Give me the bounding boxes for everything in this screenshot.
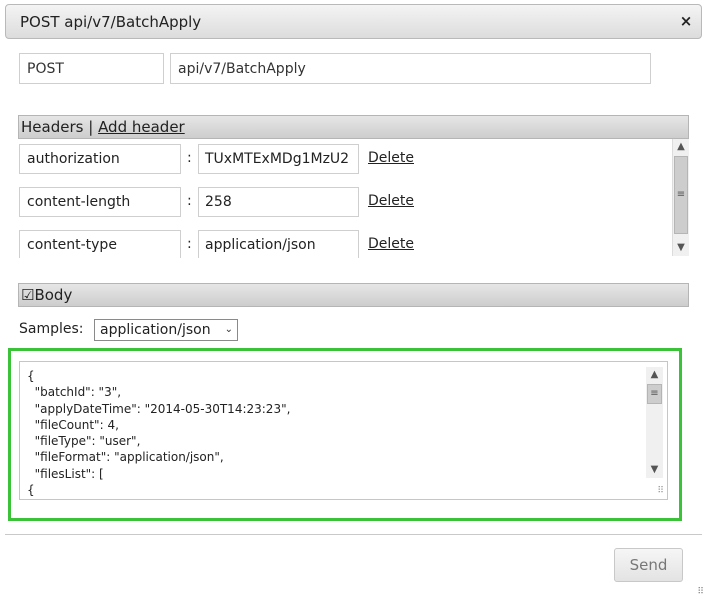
header-value-field[interactable]: application/json	[198, 230, 359, 258]
footer-divider	[5, 534, 702, 535]
close-icon[interactable]: ×	[679, 12, 693, 30]
headers-title: Headers	[21, 118, 84, 136]
grip-icon: ≡	[676, 189, 686, 200]
samples-select[interactable]: application/json ⌄	[94, 319, 238, 341]
chevron-down-icon: ⌄	[224, 324, 233, 335]
add-header-link[interactable]: Add header	[98, 118, 185, 136]
send-button[interactable]: Send	[614, 548, 683, 582]
body-textarea[interactable]: { "batchId": "3", "applyDateTime": "2014…	[19, 361, 668, 500]
scroll-thumb[interactable]: ≡	[647, 384, 662, 404]
scroll-up-icon[interactable]: ▲	[673, 139, 689, 155]
body-title: Body	[34, 286, 73, 304]
header-colon: :	[187, 236, 192, 252]
scroll-up-icon[interactable]: ▲	[646, 367, 663, 383]
headers-section-bar: Headers | Add header	[18, 115, 689, 139]
body-json-text: { "batchId": "3", "applyDateTime": "2014…	[27, 369, 291, 498]
header-value-field[interactable]: TUxMTExMDg1MzU2	[198, 144, 359, 174]
grip-icon: ≡	[650, 388, 659, 399]
header-name-field[interactable]: authorization	[19, 144, 181, 174]
scroll-down-icon[interactable]: ▼	[673, 240, 689, 256]
api-request-dialog: POST api/v7/BatchApply × POST api/v7/Bat…	[0, 0, 707, 599]
header-row: content-length : 258 Delete	[18, 187, 670, 219]
headers-scrollbar[interactable]: ▲ ≡ ▼	[672, 139, 689, 256]
samples-selected-value: application/json	[100, 322, 211, 338]
url-field[interactable]: api/v7/BatchApply	[170, 53, 651, 84]
scroll-thumb[interactable]: ≡	[674, 156, 688, 234]
header-colon: :	[187, 193, 192, 209]
headers-separator: |	[88, 118, 94, 136]
scroll-down-icon[interactable]: ▼	[646, 462, 663, 478]
header-name-field[interactable]: content-length	[19, 187, 181, 217]
body-checkbox[interactable]: ☑	[21, 286, 34, 304]
delete-header-link[interactable]: Delete	[368, 230, 414, 258]
delete-header-link[interactable]: Delete	[368, 187, 414, 215]
method-field[interactable]: POST	[19, 53, 164, 84]
header-row: content-type : application/json Delete	[18, 230, 670, 258]
header-name-field[interactable]: content-type	[19, 230, 181, 258]
delete-header-link[interactable]: Delete	[368, 144, 414, 172]
dialog-resize-icon[interactable]: ⠿	[697, 587, 704, 597]
resize-handle-icon[interactable]: ⠿	[657, 486, 664, 496]
headers-list: authorization : TUxMTExMDg1MzU2 Delete c…	[18, 138, 689, 258]
header-value-field[interactable]: 258	[198, 187, 359, 217]
body-section-bar: ☑Body	[18, 283, 689, 307]
body-scrollbar[interactable]: ▲ ≡ ▼	[646, 367, 663, 478]
header-row: authorization : TUxMTExMDg1MzU2 Delete	[18, 144, 670, 176]
dialog-title: POST api/v7/BatchApply	[20, 13, 202, 31]
samples-label: Samples:	[19, 321, 84, 337]
header-colon: :	[187, 150, 192, 166]
dialog-titlebar[interactable]: POST api/v7/BatchApply ×	[5, 4, 702, 39]
